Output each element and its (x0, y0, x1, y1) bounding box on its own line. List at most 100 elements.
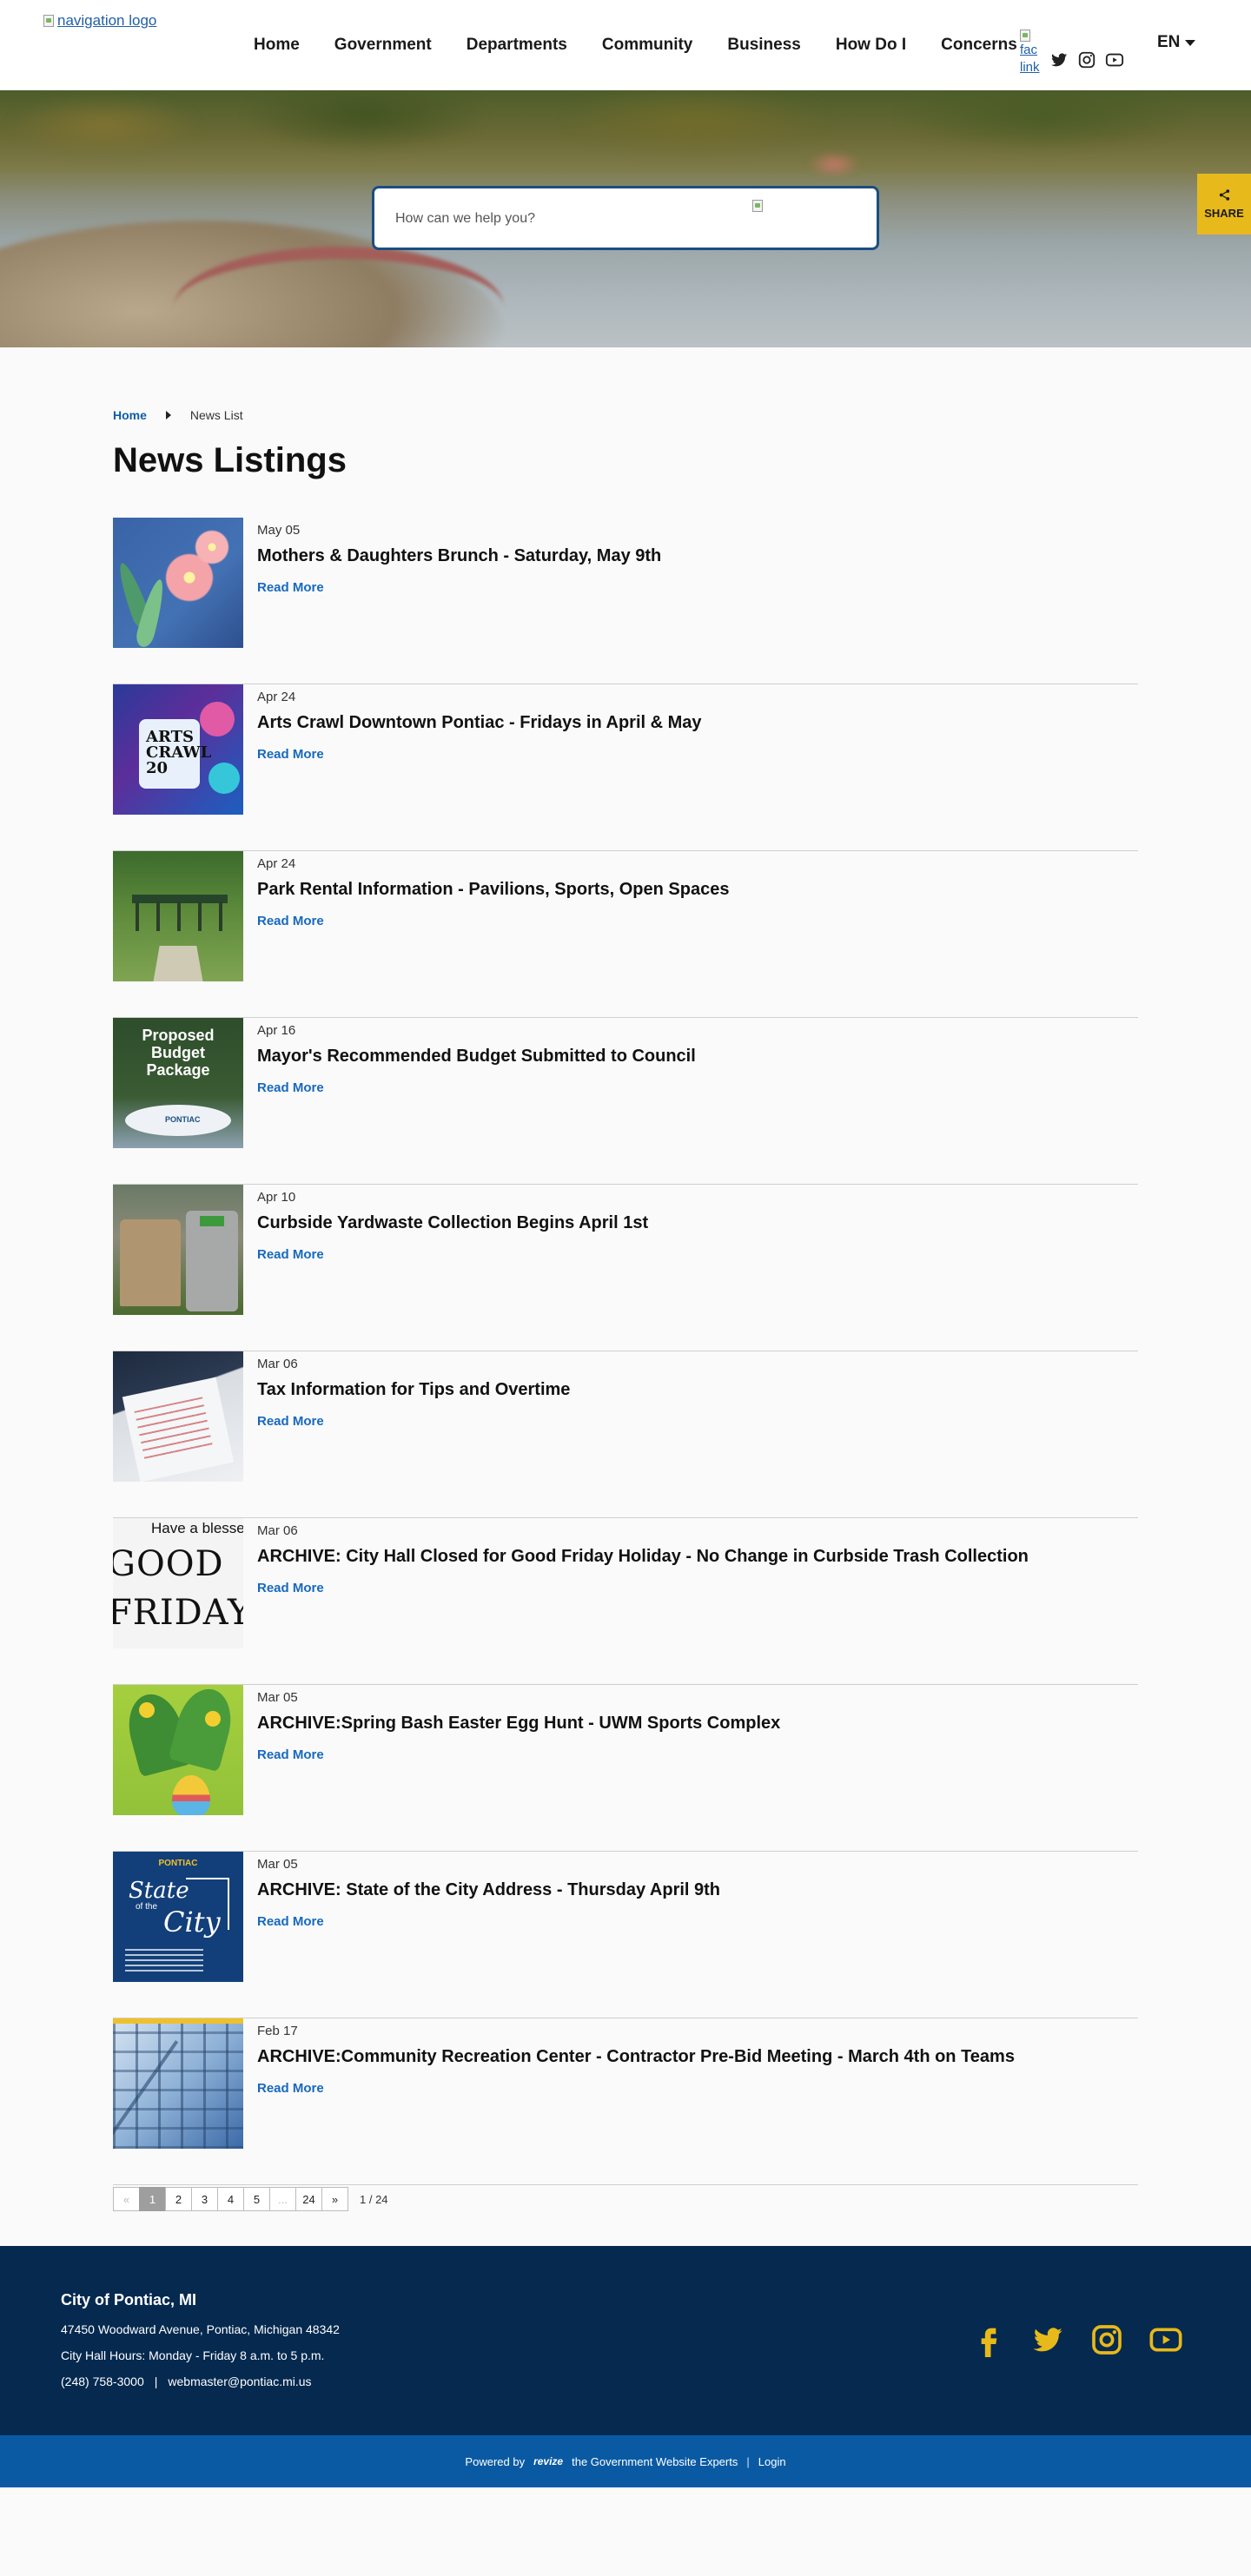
read-more-link[interactable]: Read More (257, 580, 324, 595)
news-thumbnail[interactable] (113, 2018, 243, 2149)
thumb-steel-frame (113, 2018, 243, 2149)
language-label: EN (1157, 33, 1181, 51)
news-date: Apr 24 (257, 856, 296, 871)
bottom-bar: Powered by revize the Government Website… (0, 2435, 1251, 2487)
news-thumbnail[interactable] (113, 851, 243, 981)
youtube-icon[interactable] (1105, 50, 1124, 69)
pagination-page-1[interactable]: 1 (139, 2187, 166, 2211)
news-title[interactable]: Mayor's Recommended Budget Submitted to … (257, 1047, 696, 1067)
thumb-flower (193, 528, 231, 566)
login-link[interactable]: Login (758, 2455, 786, 2468)
news-title[interactable]: ARCHIVE: City Hall Closed for Good Frida… (257, 1547, 1029, 1567)
news-body: Mar 05 ARCHIVE:Spring Bash Easter Egg Hu… (243, 1685, 780, 1851)
breadcrumb: Home News List (113, 408, 243, 422)
news-item: Have a blesse GOOD FRIDAY Mar 06 ARCHIVE… (113, 1518, 1138, 1685)
broken-image-icon (1020, 30, 1030, 42)
pagination-page-3[interactable]: 3 (191, 2187, 218, 2211)
news-title[interactable]: Park Rental Information - Pavilions, Spo… (257, 880, 729, 900)
caret-down-icon (1185, 39, 1196, 46)
pagination-next[interactable]: » (321, 2187, 348, 2211)
pagination-summary: 1 / 24 (360, 2192, 388, 2206)
news-title[interactable]: Curbside Yardwaste Collection Begins Apr… (257, 1213, 648, 1233)
nav-home[interactable]: Home (236, 36, 317, 55)
page-title: News Listings (113, 441, 347, 479)
nav-business[interactable]: Business (710, 36, 817, 55)
news-title[interactable]: ARCHIVE:Community Recreation Center - Co… (257, 2047, 1015, 2067)
youtube-icon[interactable] (1148, 2322, 1183, 2357)
news-body: Mar 05 ARCHIVE: State of the City Addres… (243, 1852, 720, 2018)
news-thumbnail[interactable]: Proposed Budget Package PONTIAC (113, 1018, 243, 1148)
footer-phone[interactable]: (248) 758-3000 (61, 2375, 144, 2388)
news-title[interactable]: Arts Crawl Downtown Pontiac - Fridays in… (257, 713, 702, 733)
news-thumbnail[interactable]: Have a blesse GOOD FRIDAY (113, 1518, 243, 1648)
facebook-alt-line-2: link (1020, 60, 1040, 75)
pagination-prev[interactable]: « (113, 2187, 140, 2211)
read-more-link[interactable]: Read More (257, 1080, 324, 1095)
share-button[interactable]: SHARE (1197, 174, 1251, 234)
hero-banner: SHARE (0, 90, 1251, 347)
language-selector[interactable]: EN (1157, 33, 1196, 52)
news-date: Feb 17 (257, 2024, 298, 2038)
read-more-link[interactable]: Read More (257, 1914, 324, 1929)
thumb-pavilion-posts (136, 902, 222, 931)
thumb-sign-text: PONTIAC (165, 1115, 201, 1124)
search-input[interactable] (395, 208, 725, 230)
thumb-easter-egg (172, 1775, 210, 1815)
news-body: May 05 Mothers & Daughters Brunch - Satu… (243, 518, 661, 684)
news-thumbnail[interactable] (113, 1685, 243, 1815)
news-body: Mar 06 ARCHIVE: City Hall Closed for Goo… (243, 1518, 1029, 1684)
pagination-page-4[interactable]: 4 (217, 2187, 244, 2211)
news-title[interactable]: Tax Information for Tips and Overtime (257, 1380, 570, 1400)
thumb-yard-bag (120, 1219, 181, 1306)
navigation-logo[interactable]: navigation logo (43, 12, 156, 30)
news-date: Mar 06 (257, 1523, 298, 1538)
news-title[interactable]: ARCHIVE:Spring Bash Easter Egg Hunt - UW… (257, 1714, 780, 1734)
instagram-icon[interactable] (1089, 2322, 1124, 2357)
facebook-alt-line-1: fac (1020, 43, 1038, 57)
footer-city-name: City of Pontiac, MI (61, 2291, 197, 2308)
news-title[interactable]: ARCHIVE: State of the City Address - Thu… (257, 1880, 720, 1900)
twitter-icon[interactable] (1049, 50, 1069, 69)
news-thumbnail[interactable]: PONTIAC State of the City (113, 1852, 243, 1982)
bottom-divider: | (746, 2454, 750, 2468)
footer-email[interactable]: webmaster@pontiac.mi.us (168, 2375, 311, 2388)
news-item: Feb 17 ARCHIVE:Community Recreation Cent… (113, 2018, 1138, 2185)
news-thumbnail[interactable] (113, 1351, 243, 1482)
read-more-link[interactable]: Read More (257, 1747, 324, 1762)
news-item: Proposed Budget Package PONTIAC Apr 16 M… (113, 1018, 1138, 1185)
thumb-shape (208, 763, 240, 794)
news-thumbnail[interactable] (113, 518, 243, 648)
nav-community[interactable]: Community (585, 36, 711, 55)
thumb-fine-print (125, 1949, 203, 1972)
news-thumbnail[interactable] (113, 1185, 243, 1315)
chevron-right-icon (165, 411, 171, 419)
pagination-page-24[interactable]: 24 (295, 2187, 322, 2211)
nav-concerns[interactable]: Concerns (923, 36, 1035, 55)
read-more-link[interactable]: Read More (257, 1581, 324, 1595)
search-button[interactable] (748, 197, 767, 216)
news-body: Apr 16 Mayor's Recommended Budget Submit… (243, 1018, 696, 1184)
instagram-icon[interactable] (1077, 50, 1096, 69)
news-thumbnail[interactable]: ARTS CRAWL 20 (113, 684, 243, 815)
nav-departments[interactable]: Departments (449, 36, 585, 55)
breadcrumb-home[interactable]: Home (113, 408, 147, 422)
nav-government[interactable]: Government (317, 36, 449, 55)
nav-how-do-i[interactable]: How Do I (818, 36, 923, 55)
news-item: Mar 05 ARCHIVE:Spring Bash Easter Egg Hu… (113, 1685, 1138, 1852)
hero-reflection (808, 151, 860, 177)
news-title[interactable]: Mothers & Daughters Brunch - Saturday, M… (257, 546, 661, 566)
facebook-icon[interactable] (971, 2322, 1006, 2357)
read-more-link[interactable]: Read More (257, 1414, 324, 1429)
footer-address: 47450 Woodward Avenue, Pontiac, Michigan… (61, 2322, 340, 2336)
news-item: ARTS CRAWL 20 Apr 24 Arts Crawl Downtown… (113, 684, 1138, 851)
revize-logo[interactable]: revize (533, 2455, 563, 2467)
read-more-link[interactable]: Read More (257, 1247, 324, 1262)
read-more-link[interactable]: Read More (257, 914, 324, 928)
read-more-link[interactable]: Read More (257, 2081, 324, 2096)
facebook-link[interactable]: fac link (1020, 30, 1041, 87)
pagination-page-2[interactable]: 2 (165, 2187, 192, 2211)
pagination-page-5[interactable]: 5 (243, 2187, 270, 2211)
twitter-icon[interactable] (1030, 2322, 1065, 2357)
news-item: May 05 Mothers & Daughters Brunch - Satu… (113, 518, 1138, 684)
read-more-link[interactable]: Read More (257, 747, 324, 762)
